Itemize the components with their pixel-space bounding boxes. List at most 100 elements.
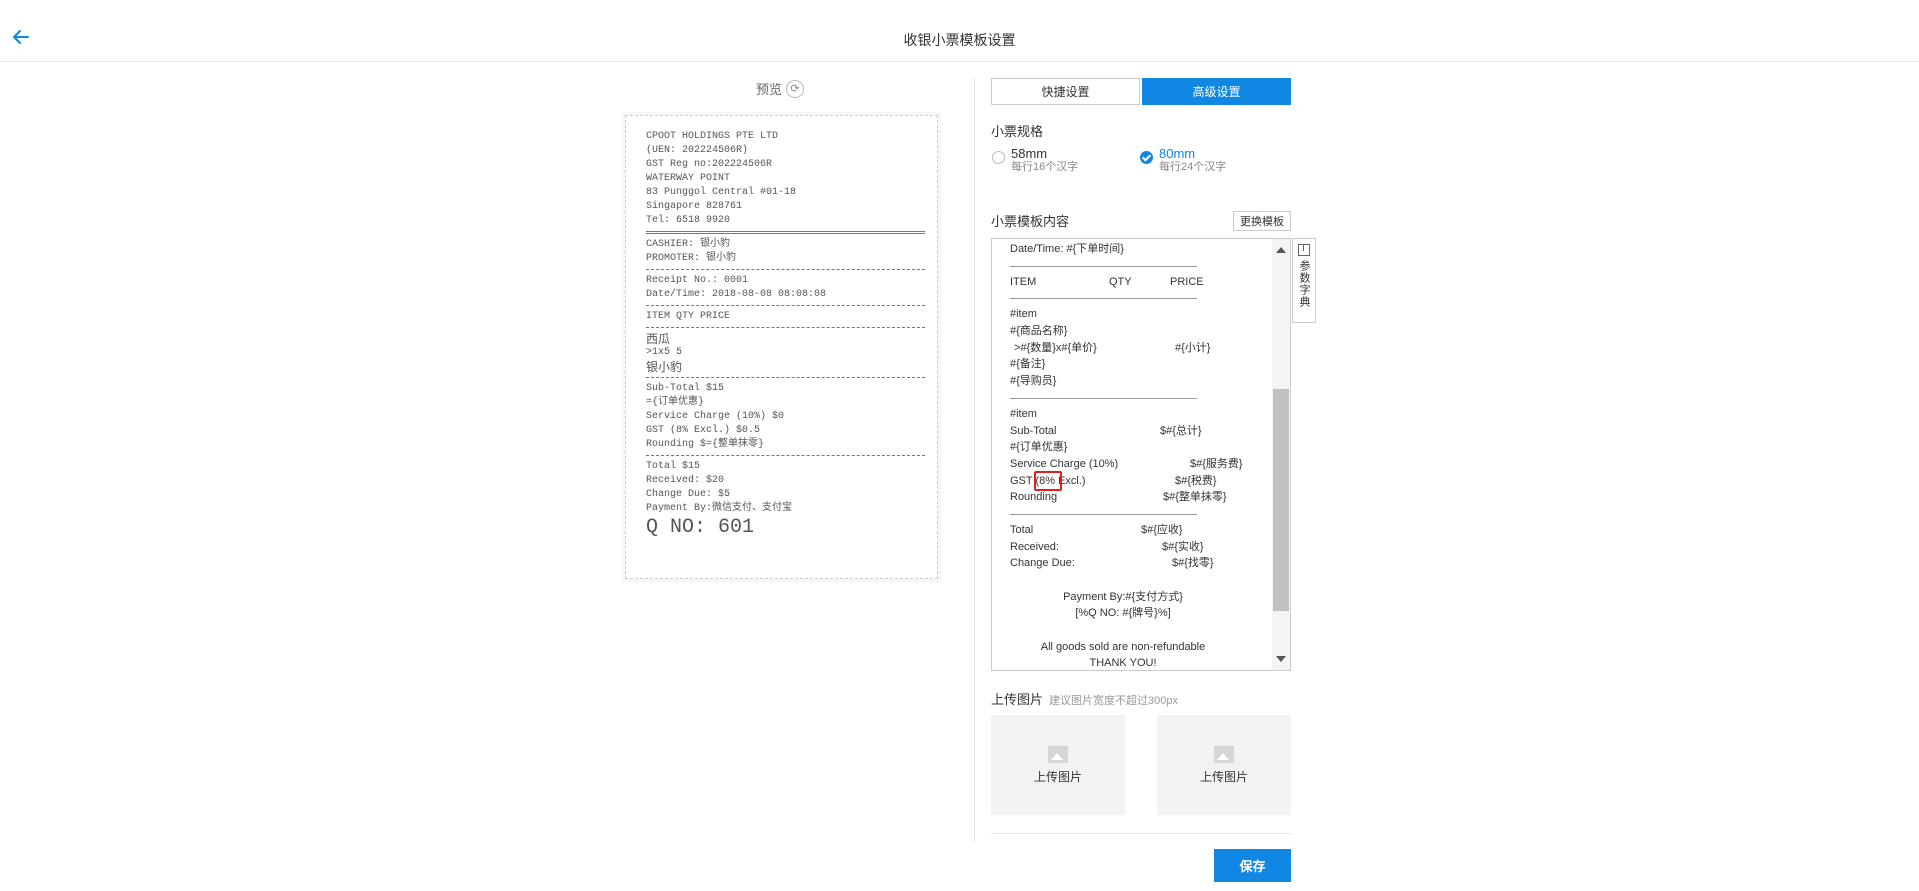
footer-divider [991, 833, 1291, 834]
upload-image-box[interactable]: 上传图片 [991, 715, 1125, 815]
tpl-rounding: Rounding $#{整单抹零} [1010, 489, 1272, 506]
column-divider [974, 78, 975, 842]
tpl-divider [1010, 397, 1197, 406]
receipt-uen: (UEN: 202224506R) [646, 145, 749, 156]
receipt-order-discount: ={订单优惠} [646, 397, 705, 408]
preview-header: 预览 ⟳ [756, 79, 805, 98]
tpl-payment: Payment By:#{支付方式} [1063, 590, 1183, 603]
template-label: 小票模板内容 [991, 214, 1070, 229]
tpl-datetime: Date/Time: #{下单时间} [1010, 243, 1124, 255]
tpl-service-value: $#{服务费} [1190, 457, 1243, 470]
receipt-cashier: CASHIER: 银小豹 [646, 239, 731, 250]
tpl-blank [1010, 622, 1272, 639]
image-icon [1048, 745, 1068, 763]
radio-80mm[interactable]: 80mm 每行24个汉字 [1140, 147, 1226, 174]
receipt-datetime: Date/Time: 2018-08-08 08:08:08 [646, 289, 827, 300]
tpl-gst: GST (8% Excl.) $#{税费} [1010, 470, 1272, 491]
scroll-up-icon[interactable] [1276, 247, 1286, 253]
tpl-item-end: #item [1010, 407, 1037, 420]
receipt-item-qty: >1x5 5 [646, 347, 683, 358]
save-button[interactable]: 保存 [1214, 849, 1291, 882]
receipt-preview: CPOOT HOLDINGS PTE LTD (UEN: 202224506R)… [625, 115, 938, 579]
tpl-qno: [%Q NO: #{牌号}%] [1075, 607, 1171, 620]
refresh-icon[interactable]: ⟳ [786, 79, 805, 98]
tab-advanced-settings[interactable]: 高级设置 [1142, 78, 1291, 105]
receipt-number: Receipt No.: 0001 [646, 275, 749, 286]
tpl-subtotal: Sub-Total $#{总计} [1010, 423, 1272, 440]
upload-box-label: 上传图片 [1033, 769, 1082, 784]
option-80mm-sub: 每行24个汉字 [1159, 161, 1227, 173]
radio-58mm[interactable]: 58mm 每行16个汉字 [992, 147, 1078, 174]
tpl-item-start: #item [1010, 308, 1037, 321]
tpl-col-qty: QTY [1109, 275, 1132, 288]
tpl-refund: All goods sold are non-refundable [1040, 640, 1206, 653]
receipt-divider [646, 377, 925, 378]
tpl-column-header: ITEM QTY PRICE [1010, 274, 1272, 291]
receipt-gst-reg: GST Reg no:202224506R [646, 159, 773, 170]
scroll-thumb[interactable] [1273, 389, 1289, 611]
tpl-qty-price: >#{数量}x#{单价} #{小计} [1010, 340, 1272, 357]
tpl-change-label: Change Due: [1010, 557, 1075, 570]
receipt-service: Service Charge (10%) $0 [646, 411, 785, 422]
receipt-divider [646, 327, 925, 328]
receipt-divider [646, 231, 925, 234]
template-editor[interactable]: Date/Time: #{下单时间} ITEM QTY PRICE #item … [991, 238, 1291, 671]
upload-section-label: 上传图片 建议图片宽度不超过300px [991, 689, 1178, 708]
receipt-item-name: 西瓜 [646, 332, 671, 346]
receipt-item-header: ITEM QTY PRICE [646, 311, 731, 322]
receipt-item-guide: 银小豹 [646, 360, 683, 374]
tab-quick-settings[interactable]: 快捷设置 [991, 78, 1140, 105]
radio-checked-icon[interactable] [1140, 151, 1153, 164]
receipt-received: Received: $20 [646, 475, 725, 486]
tpl-total-value: $#{应收} [1141, 523, 1183, 536]
tpl-gst-value: $#{税费} [1175, 474, 1217, 487]
tpl-remark: #{备注} [1010, 358, 1046, 371]
tpl-qty-price-text: >#{数量}x#{单价} [1014, 341, 1097, 354]
tpl-col-item: ITEM [1010, 275, 1037, 288]
dictionary-label: 参数字典 [1298, 260, 1310, 308]
receipt-place: WATERWAY POINT [646, 173, 731, 184]
preview-label: 预览 [756, 82, 783, 97]
option-80mm-label: 80mm [1159, 146, 1196, 161]
receipt-rounding: Rounding $={整单抹零} [646, 439, 765, 450]
parameter-dictionary-button[interactable]: 参数字典 [1292, 238, 1316, 323]
tpl-rounding-label: Rounding [1010, 491, 1058, 504]
change-template-button[interactable]: 更换模板 [1233, 211, 1291, 231]
upload-hint: 建议图片宽度不超过300px [1049, 695, 1178, 707]
receipt-gst: GST (8% Excl.) $0.5 [646, 425, 761, 436]
receipt-tel: Tel: 6518 9920 [646, 215, 731, 226]
tpl-guide: #{导购员} [1010, 375, 1057, 388]
upload-image-box[interactable]: 上传图片 [1157, 715, 1291, 815]
tpl-change-value: $#{找零} [1172, 557, 1214, 570]
book-icon [1298, 244, 1310, 256]
tpl-received-label: Received: [1010, 540, 1059, 553]
header: 收银小票模板设置 [0, 0, 1919, 62]
tpl-service-label: Service Charge (10%) [1010, 457, 1119, 470]
receipt-subtotal: Sub-Total $15 [646, 383, 725, 394]
receipt-payment: Payment By:微信支付、支付宝 [646, 503, 793, 514]
upload-box-label: 上传图片 [1199, 769, 1248, 784]
receipt-address: 83 Punggol Central #01-18 [646, 187, 797, 198]
tpl-subtotal-var: #{小计} [1175, 341, 1211, 354]
option-58mm-sub: 每行16个汉字 [1011, 161, 1079, 173]
receipt-total: Total $15 [646, 461, 701, 472]
template-content[interactable]: Date/Time: #{下单时间} ITEM QTY PRICE #item … [1010, 241, 1272, 670]
tpl-divider [1010, 298, 1197, 306]
upload-label: 上传图片 [991, 692, 1044, 707]
tpl-subtotal-value: $#{总计} [1160, 424, 1202, 437]
receipt-change: Change Due: $5 [646, 489, 731, 500]
receipt-qno: Q NO: 601 [646, 516, 755, 539]
tpl-change: Change Due: $#{找零} [1010, 555, 1272, 572]
tpl-order-discount: #{订单优惠} [1010, 441, 1068, 454]
settings-tabs: 快捷设置 高级设置 [991, 78, 1291, 105]
scroll-down-icon[interactable] [1276, 656, 1286, 662]
receipt-divider [646, 269, 925, 270]
radio-unchecked-icon[interactable] [992, 151, 1005, 164]
spec-label: 小票规格 [991, 124, 1044, 139]
page-title: 收银小票模板设置 [903, 32, 1016, 48]
editor-scrollbar[interactable] [1272, 239, 1290, 670]
tpl-total: Total $#{应收} [1010, 522, 1272, 539]
image-icon [1214, 745, 1234, 763]
tpl-received-value: $#{实收} [1162, 540, 1204, 553]
option-58mm-label: 58mm [1011, 146, 1048, 161]
